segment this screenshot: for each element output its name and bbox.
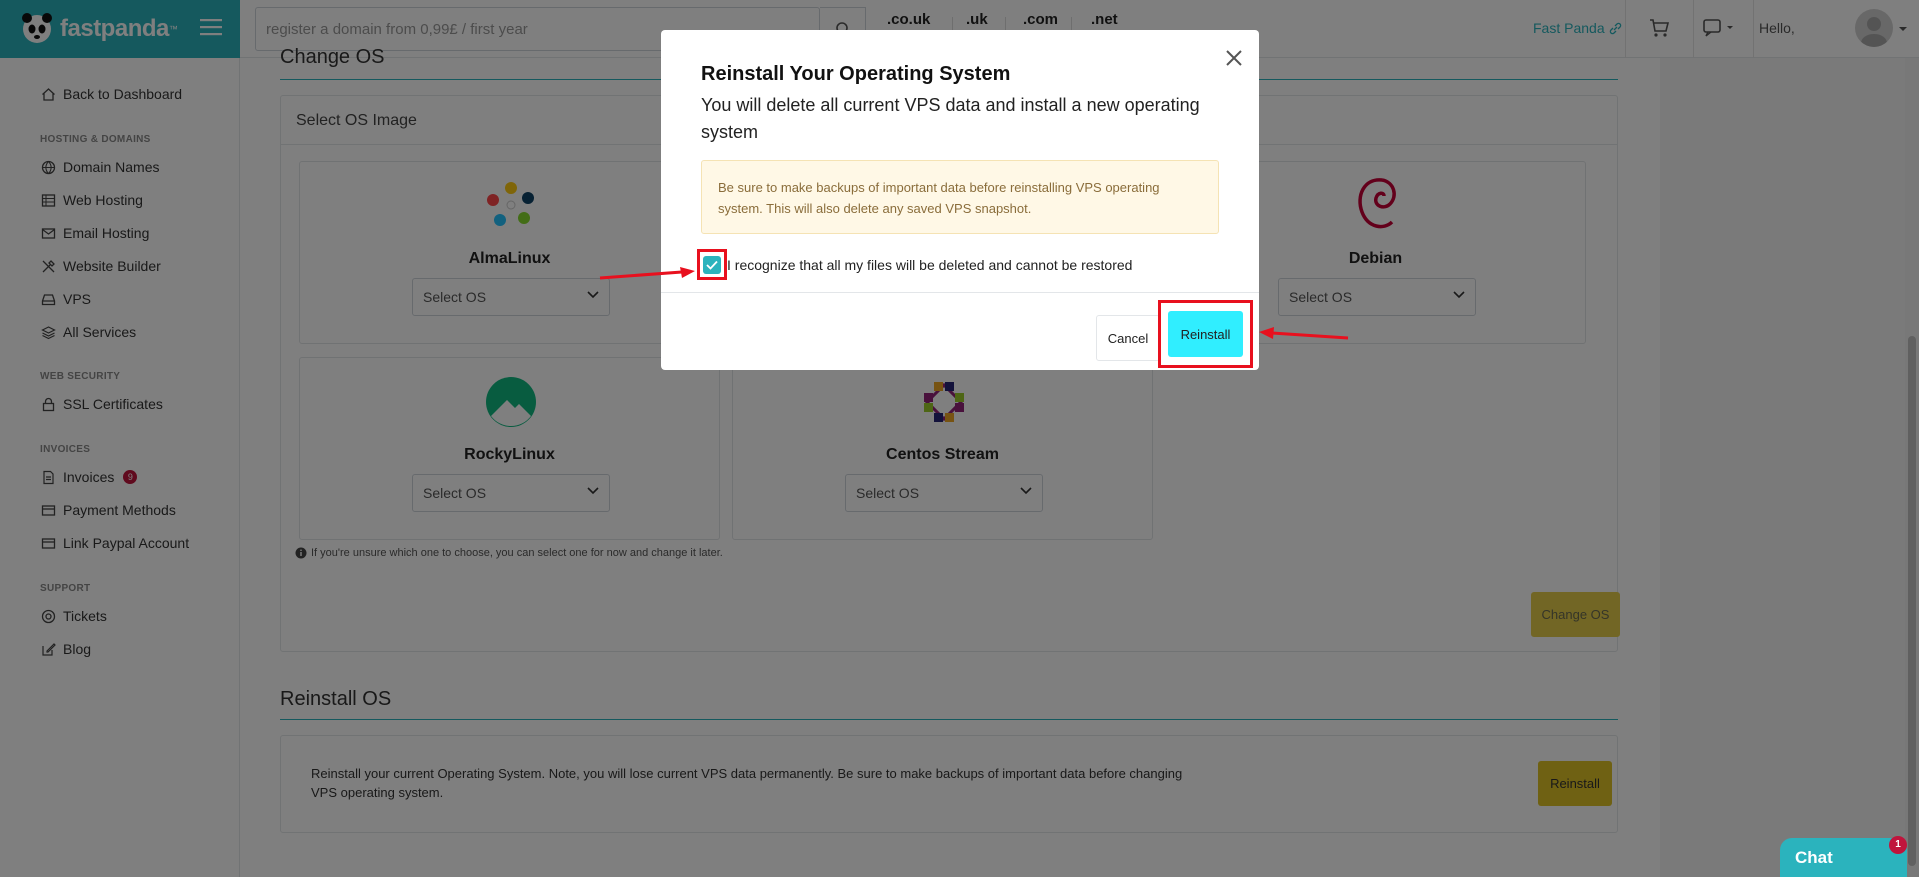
cancel-button[interactable]: Cancel xyxy=(1096,315,1160,361)
checkbox-highlight-box xyxy=(697,249,727,280)
modal-subtitle: You will delete all current VPS data and… xyxy=(701,95,1200,142)
chat-notification-badge: 1 xyxy=(1889,836,1907,854)
reinstall-highlight-box xyxy=(1158,300,1253,368)
confirm-checkbox-label[interactable]: I recognize that all my files will be de… xyxy=(727,257,1132,273)
chat-widget-button[interactable]: Chat xyxy=(1780,838,1907,877)
modal-footer-divider xyxy=(661,292,1259,293)
close-icon[interactable] xyxy=(1224,48,1244,68)
modal-title: Reinstall Your Operating System xyxy=(701,63,1011,85)
arrow-right-icon xyxy=(599,267,695,280)
modal-warning-alert: Be sure to make backups of important dat… xyxy=(701,160,1219,234)
arrow-left-icon xyxy=(1259,327,1349,340)
